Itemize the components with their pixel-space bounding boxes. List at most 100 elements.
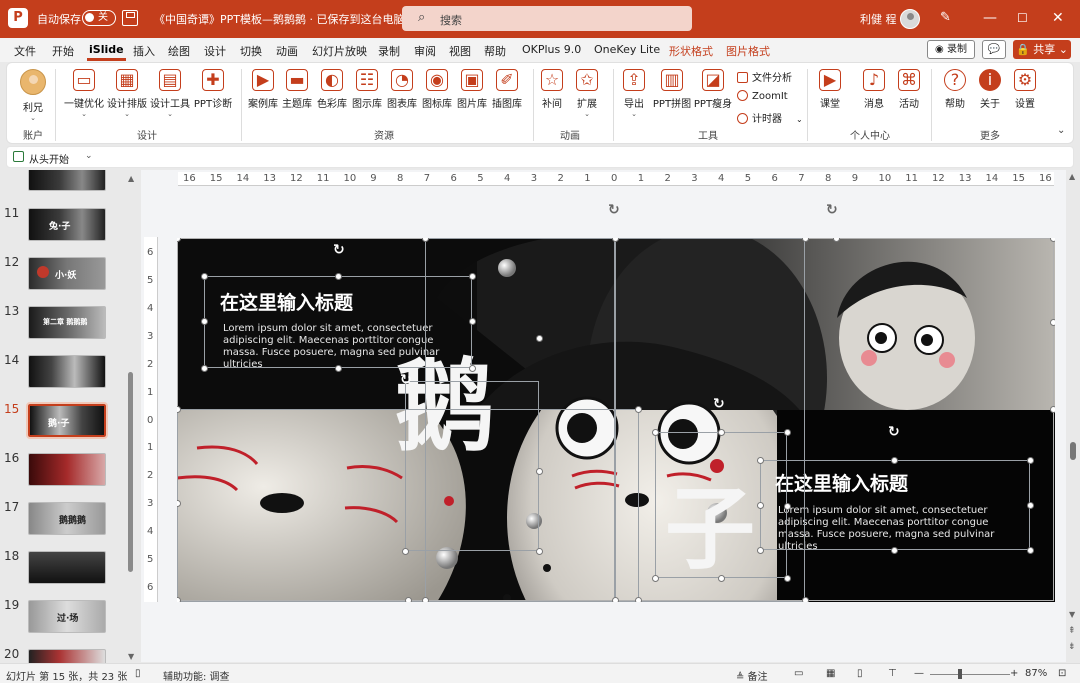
tab-record[interactable]: 录制	[378, 43, 400, 59]
resize-handle[interactable]	[1027, 547, 1034, 554]
tab-design[interactable]: 设计	[204, 43, 226, 59]
one-click-optimize-button[interactable]: ▭ 一键优化 ⌄	[62, 69, 106, 118]
thumbnail-18[interactable]	[28, 551, 106, 584]
resize-handle[interactable]	[757, 547, 764, 554]
thumbnail-13[interactable]: 第二章 鹅鹅鹅	[28, 306, 106, 339]
comment-icon[interactable]: 💬	[982, 40, 1006, 59]
tab-animations[interactable]: 动画	[276, 43, 298, 59]
tab-onekey[interactable]: OneKey Lite	[594, 43, 660, 56]
prev-slide-icon[interactable]: ⇞	[1068, 626, 1076, 636]
start-from-beginning-icon[interactable]	[13, 151, 24, 162]
resize-handle[interactable]	[1050, 319, 1055, 326]
tab-file[interactable]: 文件	[14, 43, 36, 59]
resize-handle[interactable]	[536, 335, 543, 342]
resize-handle[interactable]	[536, 548, 543, 555]
rotate-handle-icon[interactable]: ↻	[713, 396, 725, 412]
zoom-slider[interactable]	[930, 674, 1010, 675]
zoom-out-button[interactable]: —	[914, 668, 924, 679]
thumbnail-15-selected[interactable]: 鹅·子	[26, 402, 108, 439]
timer-button[interactable]: 计时器 ⌄	[737, 110, 803, 125]
tab-slideshow[interactable]: 幻灯片放映	[312, 43, 367, 59]
resize-handle[interactable]	[1027, 457, 1034, 464]
rotate-handle-icon[interactable]: ↻	[888, 424, 900, 440]
resize-handle[interactable]	[335, 365, 342, 372]
zoom-level[interactable]: 87%	[1025, 668, 1047, 679]
resize-handle[interactable]	[891, 547, 898, 554]
settings-button[interactable]: ⚙ 设置	[1003, 69, 1047, 110]
scroll-thumb[interactable]	[1070, 442, 1076, 460]
scroll-up-icon[interactable]: ▲	[1069, 172, 1075, 181]
user-name[interactable]: 利健 程	[860, 11, 897, 27]
resize-handle[interactable]	[635, 406, 642, 413]
resize-handle[interactable]	[784, 575, 791, 582]
tab-draw[interactable]: 绘图	[168, 43, 190, 59]
resize-handle[interactable]	[177, 597, 181, 602]
thumbnail-14[interactable]	[28, 355, 106, 388]
resize-handle[interactable]	[718, 575, 725, 582]
reading-view-icon[interactable]: ▯	[857, 668, 863, 679]
search-box[interactable]: ⌕ 搜索	[402, 6, 692, 31]
resize-handle[interactable]	[402, 548, 409, 555]
resize-handle[interactable]	[718, 429, 725, 436]
save-icon[interactable]	[122, 10, 138, 26]
resize-handle[interactable]	[1050, 238, 1055, 242]
scroll-thumb[interactable]	[128, 372, 133, 572]
slide-sorter-icon[interactable]: ▦	[826, 668, 835, 679]
resize-handle[interactable]	[201, 273, 208, 280]
tab-picture-format[interactable]: 图片格式	[726, 43, 770, 59]
scroll-down-icon[interactable]: ▼	[128, 652, 134, 661]
resize-handle[interactable]	[1027, 502, 1034, 509]
layout-button[interactable]: ▦ 设计排版 ⌄	[105, 69, 149, 118]
scroll-down-icon[interactable]: ▼	[1069, 610, 1075, 619]
resize-handle[interactable]	[757, 457, 764, 464]
rotate-handle-icon[interactable]: ↻	[333, 242, 345, 258]
zoomit-button[interactable]: ZoomIt	[737, 90, 788, 102]
resize-handle[interactable]	[469, 273, 476, 280]
pen-icon[interactable]: ✎	[940, 10, 951, 26]
close-button[interactable]: ✕	[1052, 10, 1064, 26]
resize-handle[interactable]	[784, 503, 791, 510]
tab-view[interactable]: 视图	[449, 43, 471, 59]
resize-handle[interactable]	[469, 318, 476, 325]
tab-review[interactable]: 审阅	[414, 43, 436, 59]
resize-handle[interactable]	[802, 597, 809, 602]
resize-handle[interactable]	[201, 318, 208, 325]
scroll-up-icon[interactable]: ▲	[128, 174, 134, 183]
thumbnail-17[interactable]: 鹅鹅鹅	[28, 502, 106, 535]
tab-home[interactable]: 开始	[52, 43, 74, 59]
thumbnail-11[interactable]: 兔·子	[28, 208, 106, 241]
resize-handle[interactable]	[335, 273, 342, 280]
slide-15[interactable]: 鹅 子 在这里输入标题 Lorem ipsum dolor sit amet, …	[177, 238, 1055, 602]
document-title[interactable]: 《中国奇谭》PPT模板—鹅鹅鹅 · 已保存到这台电脑 ⌄	[154, 11, 417, 27]
tab-okplus[interactable]: OKPlus 9.0	[522, 43, 581, 56]
rotate-handle-icon[interactable]: ↻	[826, 202, 838, 218]
spellcheck-icon[interactable]: ▯	[135, 668, 141, 679]
slideshow-icon[interactable]: ⊤	[888, 668, 897, 679]
canvas-scrollbar[interactable]: ▲ ▼ ⇞ ⇟	[1066, 170, 1080, 662]
design-tools-button[interactable]: ▤ 设计工具 ⌄	[148, 69, 192, 118]
thumbnail-10[interactable]	[28, 170, 106, 191]
extend-button[interactable]: ✩ 扩展 ⌄	[565, 69, 609, 118]
resize-handle[interactable]	[784, 429, 791, 436]
thumbnail-12[interactable]: 小·妖	[28, 257, 106, 290]
resize-handle[interactable]	[635, 597, 642, 602]
resize-handle[interactable]	[652, 575, 659, 582]
resize-handle[interactable]	[1050, 406, 1055, 413]
next-slide-icon[interactable]: ⇟	[1068, 642, 1076, 652]
tab-insert[interactable]: 插入	[133, 43, 155, 59]
rotate-handle-icon[interactable]: ↻	[400, 372, 412, 388]
resize-handle[interactable]	[422, 597, 429, 602]
zoom-slider-knob[interactable]	[958, 669, 962, 679]
resize-handle[interactable]	[201, 365, 208, 372]
resize-handle[interactable]	[469, 365, 476, 372]
rotate-handle-icon[interactable]: ↻	[608, 202, 620, 218]
maximize-button[interactable]: ☐	[1017, 10, 1028, 26]
record-button[interactable]: ◉ 录制	[927, 40, 975, 59]
tab-shape-format[interactable]: 形状格式	[669, 43, 713, 59]
account-button[interactable]: 利兄 ⌄	[11, 69, 55, 122]
normal-view-icon[interactable]: ▭	[794, 668, 803, 679]
fit-to-window-icon[interactable]: ⊡	[1058, 668, 1066, 679]
thumbnail-16[interactable]	[28, 453, 106, 486]
tab-islide[interactable]: iSlide	[87, 43, 126, 61]
zoom-in-button[interactable]: +	[1010, 668, 1018, 679]
